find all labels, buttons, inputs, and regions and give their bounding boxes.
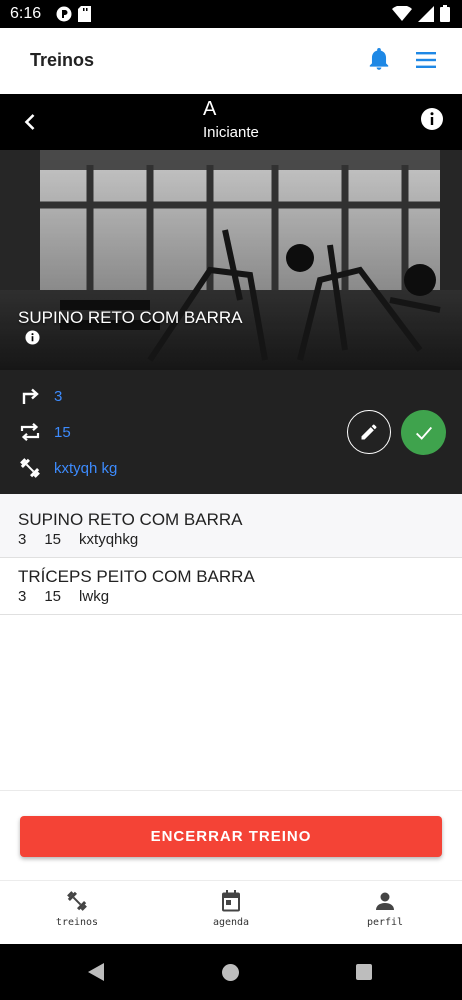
- person-icon: [376, 892, 394, 910]
- menu-icon[interactable]: [414, 48, 438, 72]
- series-value: 3: [54, 387, 63, 405]
- list-item-load: kxtyqhkg: [79, 531, 139, 548]
- dumbbell-icon: [20, 458, 40, 478]
- list-item-meta: 3 15 lwkg: [18, 588, 444, 605]
- tab-label: treinos: [55, 917, 99, 928]
- tab-label: agenda: [212, 917, 250, 928]
- reps-value: 15: [54, 423, 71, 441]
- system-nav-bar: [0, 944, 462, 1000]
- list-item[interactable]: SUPINO RETO COM BARRA 3 15 kxtyqhkg: [0, 494, 462, 558]
- load-row: kxtyqh kg: [18, 456, 117, 480]
- list-item-name: SUPINO RETO COM BARRA: [18, 510, 243, 529]
- workout-header: A Iniciante: [0, 94, 462, 150]
- battery-icon: [440, 5, 450, 22]
- tab-perfil[interactable]: perfil: [335, 889, 435, 928]
- list-item-series: 3: [18, 588, 27, 605]
- current-exercise-name: SUPINO RETO COM BARRA: [18, 308, 243, 327]
- load-value: kxtyqh kg: [54, 459, 118, 477]
- list-item-load: lwkg: [79, 588, 110, 605]
- gym-photo: [0, 150, 462, 370]
- bell-icon[interactable]: [366, 46, 392, 72]
- status-bar: 6:16: [0, 0, 462, 28]
- list-item[interactable]: TRÍCEPS PEITO COM BARRA 3 15 lwkg: [0, 558, 462, 615]
- calendar-icon: [222, 890, 240, 912]
- workout-title: A: [203, 98, 217, 120]
- end-workout-button[interactable]: ENCERRAR TREINO: [20, 816, 442, 857]
- status-time: 6:16: [10, 5, 42, 22]
- action-area: ENCERRAR TREINO: [0, 790, 462, 880]
- app-bar: Treinos: [0, 28, 462, 94]
- app-title: Treinos: [30, 50, 95, 70]
- sd-card-icon: [78, 6, 91, 22]
- back-arrow-icon[interactable]: [18, 110, 42, 134]
- system-recents-icon[interactable]: [356, 964, 372, 980]
- exercise-image: SUPINO RETO COM BARRA: [0, 150, 462, 370]
- check-icon: [415, 426, 432, 440]
- list-item-series: 3: [18, 531, 27, 548]
- list-item-reps: 15: [44, 531, 62, 548]
- dumbbell-icon: [67, 891, 87, 911]
- reps-row: 15: [18, 420, 71, 444]
- tab-agenda[interactable]: agenda: [181, 889, 281, 928]
- exercise-details: 3 15 kxtyqh kg: [0, 370, 462, 494]
- edit-exercise-button[interactable]: [347, 410, 391, 454]
- info-icon[interactable]: [420, 107, 444, 131]
- signal-icon: [418, 5, 434, 22]
- tab-treinos[interactable]: treinos: [27, 889, 127, 928]
- system-back-icon[interactable]: [86, 962, 106, 982]
- exercise-list: SUPINO RETO COM BARRA 3 15 kxtyqhkg TRÍC…: [0, 494, 462, 615]
- list-item-name: TRÍCEPS PEITO COM BARRA: [18, 567, 255, 586]
- series-row: 3: [18, 384, 62, 408]
- bottom-nav: treinos agenda perfil: [0, 880, 462, 944]
- workout-level: Iniciante: [203, 124, 259, 141]
- repeat-icon: [20, 422, 40, 442]
- app-notification-icon: [56, 6, 72, 22]
- system-home-icon[interactable]: [222, 964, 239, 981]
- exercise-info-icon[interactable]: [25, 330, 40, 345]
- pencil-icon: [361, 424, 377, 440]
- complete-exercise-button[interactable]: [401, 410, 446, 455]
- list-item-reps: 15: [44, 588, 62, 605]
- wifi-icon: [392, 5, 412, 21]
- tab-label: perfil: [366, 917, 404, 928]
- turn-right-arrow-icon: [22, 388, 39, 404]
- list-item-meta: 3 15 kxtyqhkg: [18, 531, 444, 548]
